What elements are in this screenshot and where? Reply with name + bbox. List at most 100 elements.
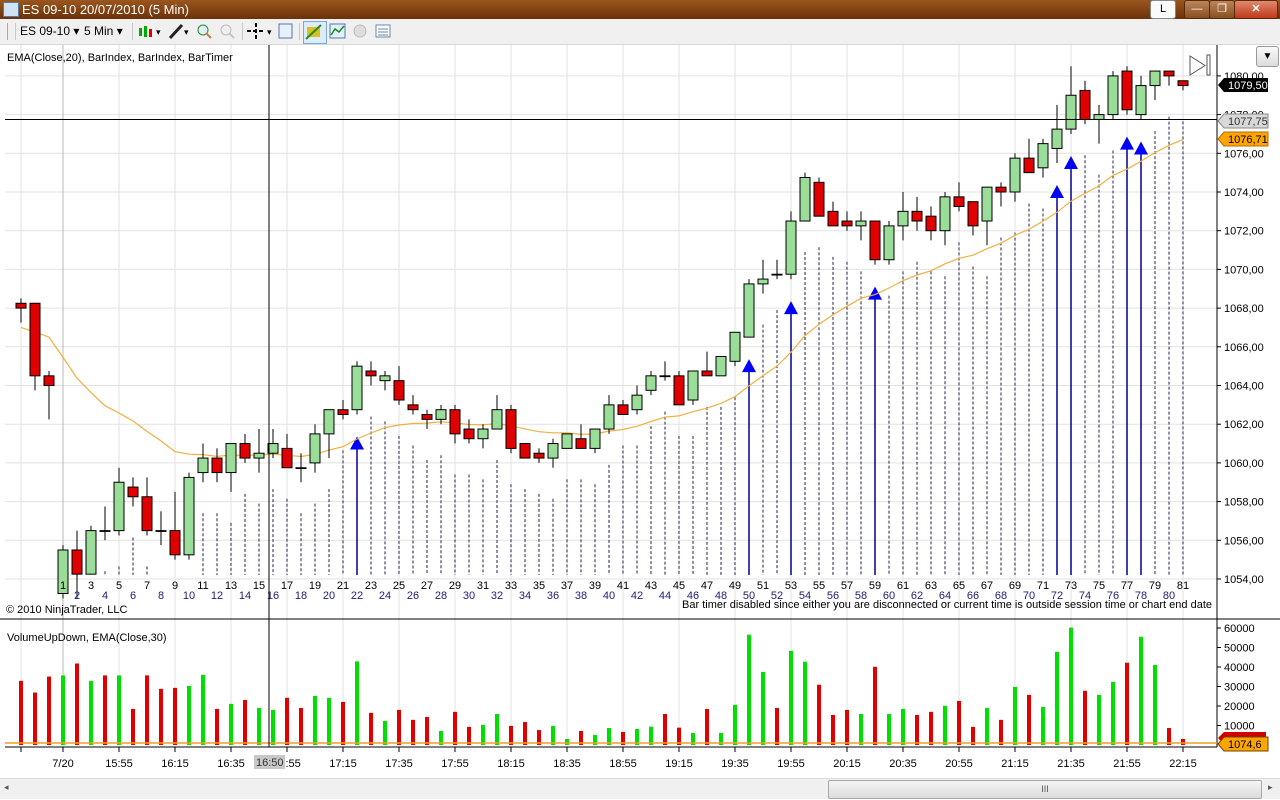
volume-bar [313, 695, 317, 745]
restore-button[interactable]: ❐ [1209, 0, 1235, 19]
svg-text:16:50: 16:50 [256, 757, 284, 769]
bar-index-label: 71 [1037, 580, 1049, 592]
link-button[interactable]: L [1150, 0, 1176, 19]
candle-body [435, 409, 447, 420]
time-axis-label: 21:35 [1057, 758, 1085, 770]
volume-bar [1139, 636, 1143, 745]
time-axis-label: 18:15 [497, 758, 525, 770]
scroll-left-arrow[interactable]: ◂ [4, 782, 9, 793]
candle-body [631, 394, 643, 411]
scroll-to-end-icon[interactable] [1189, 54, 1211, 76]
volume-bar [509, 725, 513, 745]
bar-index-label: 23 [365, 580, 377, 592]
up-arrow-icon [868, 286, 882, 300]
candle-body [701, 370, 713, 377]
bar-timer-message: Bar timer disabled since either you are … [682, 599, 1212, 611]
candle-body [15, 302, 27, 309]
chart-style-icon[interactable]: ▾ [137, 23, 165, 40]
candle-body [883, 225, 895, 261]
instrument-selector[interactable]: ES 09-10 ▾ [20, 23, 79, 40]
volume-bar [957, 700, 961, 745]
candle-body [1149, 70, 1161, 87]
candle-body [141, 496, 153, 532]
bar-index-label: 9 [172, 580, 178, 592]
volume-bar [481, 724, 485, 745]
interval-selector[interactable]: 5 Min ▾ [84, 23, 123, 40]
time-axis-label: 22:15 [1169, 758, 1197, 770]
time-axis-label: 18:55 [609, 758, 637, 770]
bar-index-label: 32 [491, 590, 503, 602]
candle-body [197, 457, 209, 474]
properties-icon[interactable] [278, 23, 295, 40]
volume-bar [243, 699, 247, 745]
volume-bar [47, 676, 51, 745]
volume-bar [145, 675, 149, 745]
bar-index-label: 57 [841, 580, 853, 592]
chart-canvas[interactable]: 1234567891011121314151617181920212223242… [0, 0, 1280, 800]
drawing-tool-icon[interactable]: ▾ [167, 23, 193, 40]
zoom-out-icon[interactable] [219, 23, 236, 40]
bar-index-label: 35 [533, 580, 545, 592]
toolbar-divider [15, 23, 16, 40]
volume-bar [943, 705, 947, 745]
time-axis-label: 18:35 [553, 758, 581, 770]
volume-axis-label: 50000 [1224, 643, 1255, 655]
bar-index-label: 79 [1149, 580, 1161, 592]
bar-index-label: 61 [897, 580, 909, 592]
volume-axis-label: 20000 [1224, 701, 1255, 713]
volume-bar [733, 704, 737, 745]
bar-index-label: 25 [393, 580, 405, 592]
disabled-circle-icon[interactable] [352, 23, 369, 40]
bar-index-label: 22 [351, 590, 363, 602]
indicators-icon[interactable] [329, 23, 346, 40]
crosshair-icon[interactable]: ▾ [246, 23, 274, 40]
candle-body [365, 370, 377, 377]
bar-index-label: 20 [323, 590, 335, 602]
title-bar[interactable]: ES 09-10 20/07/2010 (5 Min) L — ❐ ✕ [0, 0, 1280, 19]
time-axis-label: 16:35 [217, 758, 245, 770]
bar-index-label: 51 [757, 580, 769, 592]
candle-body [169, 530, 181, 556]
toolbar: ES 09-10 ▾ 5 Min ▾ ▾ ▾ ▾ [0, 19, 1280, 45]
volume-bar [397, 709, 401, 745]
candle-body [1051, 128, 1063, 149]
volume-bar [845, 709, 849, 745]
candle-body [743, 283, 755, 338]
volume-bar [1083, 690, 1087, 745]
horizontal-scrollbar[interactable]: ◂ III ▸ [0, 778, 1280, 799]
minimize-button[interactable]: — [1184, 0, 1210, 19]
bar-index-label: 45 [673, 580, 685, 592]
close-button[interactable]: ✕ [1234, 0, 1278, 19]
candle-body [99, 530, 111, 532]
data-box-icon[interactable] [375, 23, 392, 40]
toolbar-grip[interactable] [7, 23, 8, 40]
up-arrow-icon [1134, 141, 1148, 155]
strategy-icon[interactable] [303, 21, 327, 44]
svg-text:▾: ▾ [267, 27, 272, 37]
scroll-right-arrow[interactable]: ▸ [1268, 782, 1273, 793]
volume-bar [103, 675, 107, 745]
volume-bar [999, 719, 1003, 745]
time-axis: 7/20 15:55 16:15 16:35 16:55 17:15 17:35 17:55 1… [20, 747, 1197, 770]
volume-bar [453, 711, 457, 745]
volume-bar [901, 708, 905, 745]
volume-bar [761, 671, 765, 745]
candle-body [155, 530, 167, 532]
bar-index-label: 36 [547, 590, 559, 602]
volume-bar [187, 685, 191, 745]
bar-index-label: 67 [981, 580, 993, 592]
candle-body [71, 549, 83, 575]
zoom-in-icon[interactable] [196, 23, 213, 40]
toolbar-divider [132, 23, 133, 40]
volume-bar [299, 707, 303, 745]
volume-bar [131, 708, 135, 745]
up-arrow-icon [784, 301, 798, 315]
scrollbar-thumb[interactable]: III [828, 780, 1262, 799]
chart-menu-dropdown[interactable]: ▼ [1256, 46, 1279, 67]
chevron-down-icon: ▾ [116, 24, 123, 38]
bar-index-label: 39 [589, 580, 601, 592]
candle-body [127, 486, 139, 498]
up-arrow-icon [1120, 136, 1134, 150]
price-axis-label: 1054,00 [1224, 574, 1264, 586]
bar-index-label: 38 [575, 590, 587, 602]
